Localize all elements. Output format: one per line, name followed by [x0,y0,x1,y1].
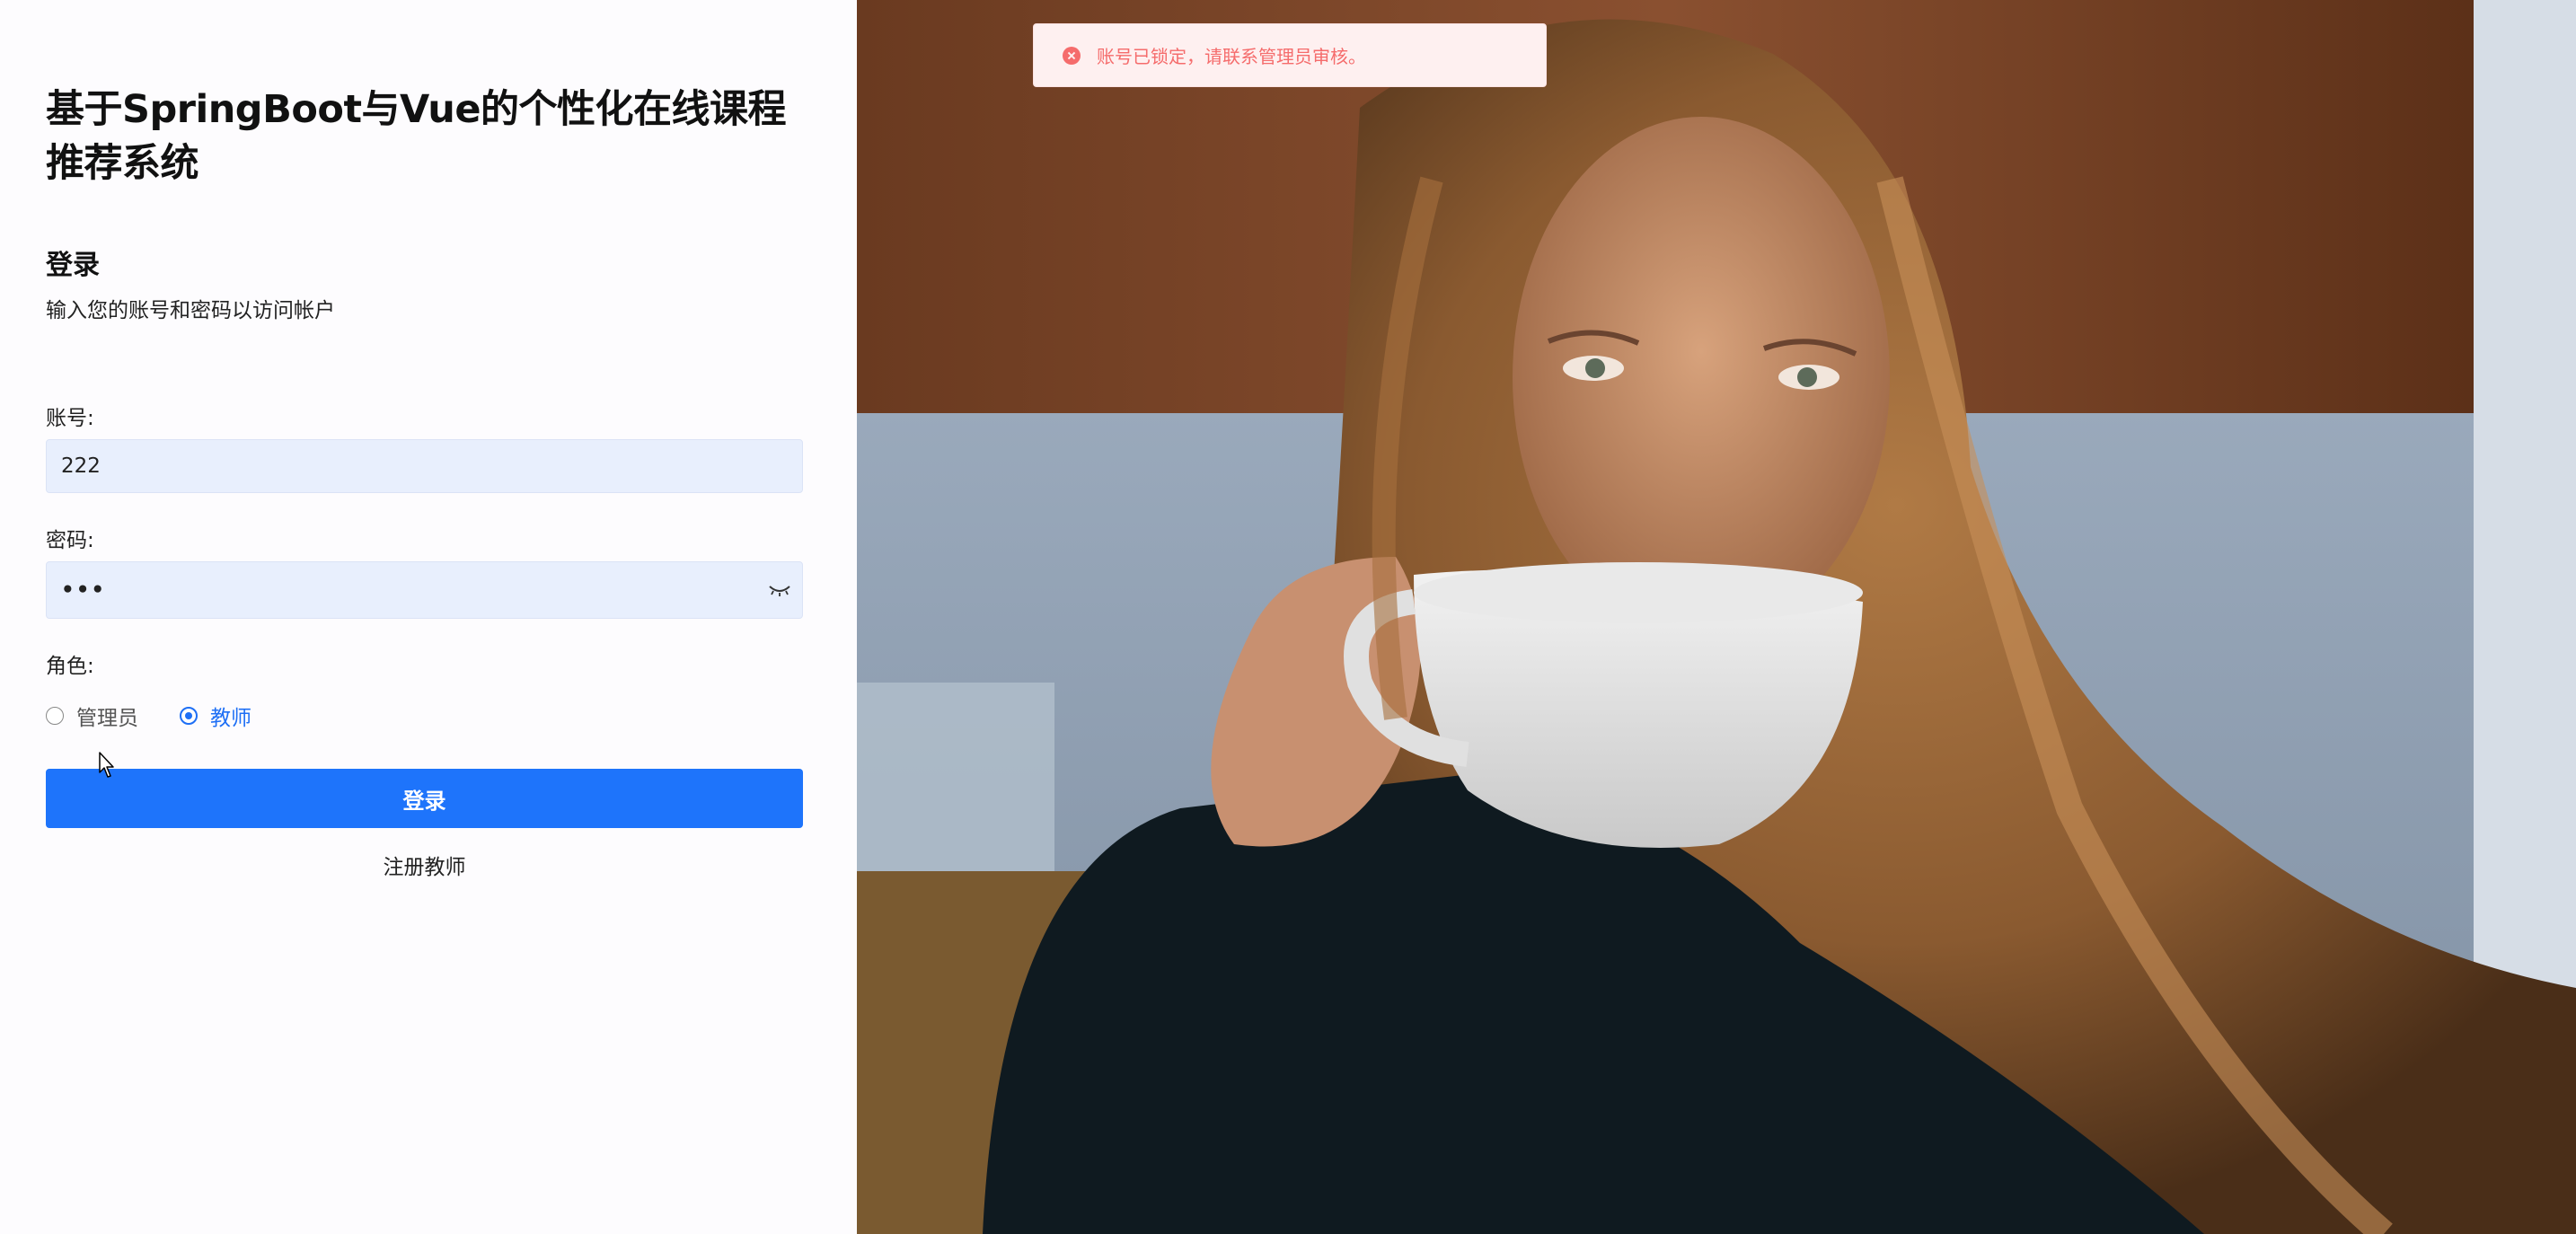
role-option-label: 教师 [210,707,251,730]
hero-photo [857,0,2576,1234]
password-label: 密码: [46,529,94,552]
login-heading: 登录 [46,250,100,281]
account-label: 账号: [46,407,94,430]
role-option-admin[interactable]: 管理员 [46,701,138,731]
role-option-teacher[interactable]: 教师 [180,701,251,731]
eye-closed-icon[interactable] [768,583,791,597]
radio-teacher[interactable] [180,707,198,725]
woman-with-coffee-cup-image [857,0,2576,1234]
role-option-label: 管理员 [76,707,138,730]
password-input-value: ••• [61,578,107,602]
toast-message: 账号已锁定，请联系管理员审核。 [1097,46,1366,67]
app-title: 基于SpringBoot与Vue的个性化在线课程推荐系统 [46,87,787,186]
role-label: 角色: [46,655,94,678]
login-panel: 基于SpringBoot与Vue的个性化在线课程推荐系统 登录 输入您的账号和密… [0,0,857,1234]
account-input-value: 222 [61,454,101,478]
radio-admin[interactable] [46,707,64,725]
login-button[interactable]: 登录 [46,769,803,828]
error-toast: 账号已锁定，请联系管理员审核。 [1033,23,1547,87]
login-subtitle: 输入您的账号和密码以访问帐户 [46,299,335,322]
error-circle-icon [1063,46,1081,65]
register-teacher-link[interactable]: 注册教师 [46,850,803,880]
mouse-pointer-icon [99,752,114,778]
role-radio-group: 管理员 教师 [46,701,293,731]
password-input[interactable]: ••• [46,561,803,619]
account-input[interactable]: 222 [46,439,803,493]
